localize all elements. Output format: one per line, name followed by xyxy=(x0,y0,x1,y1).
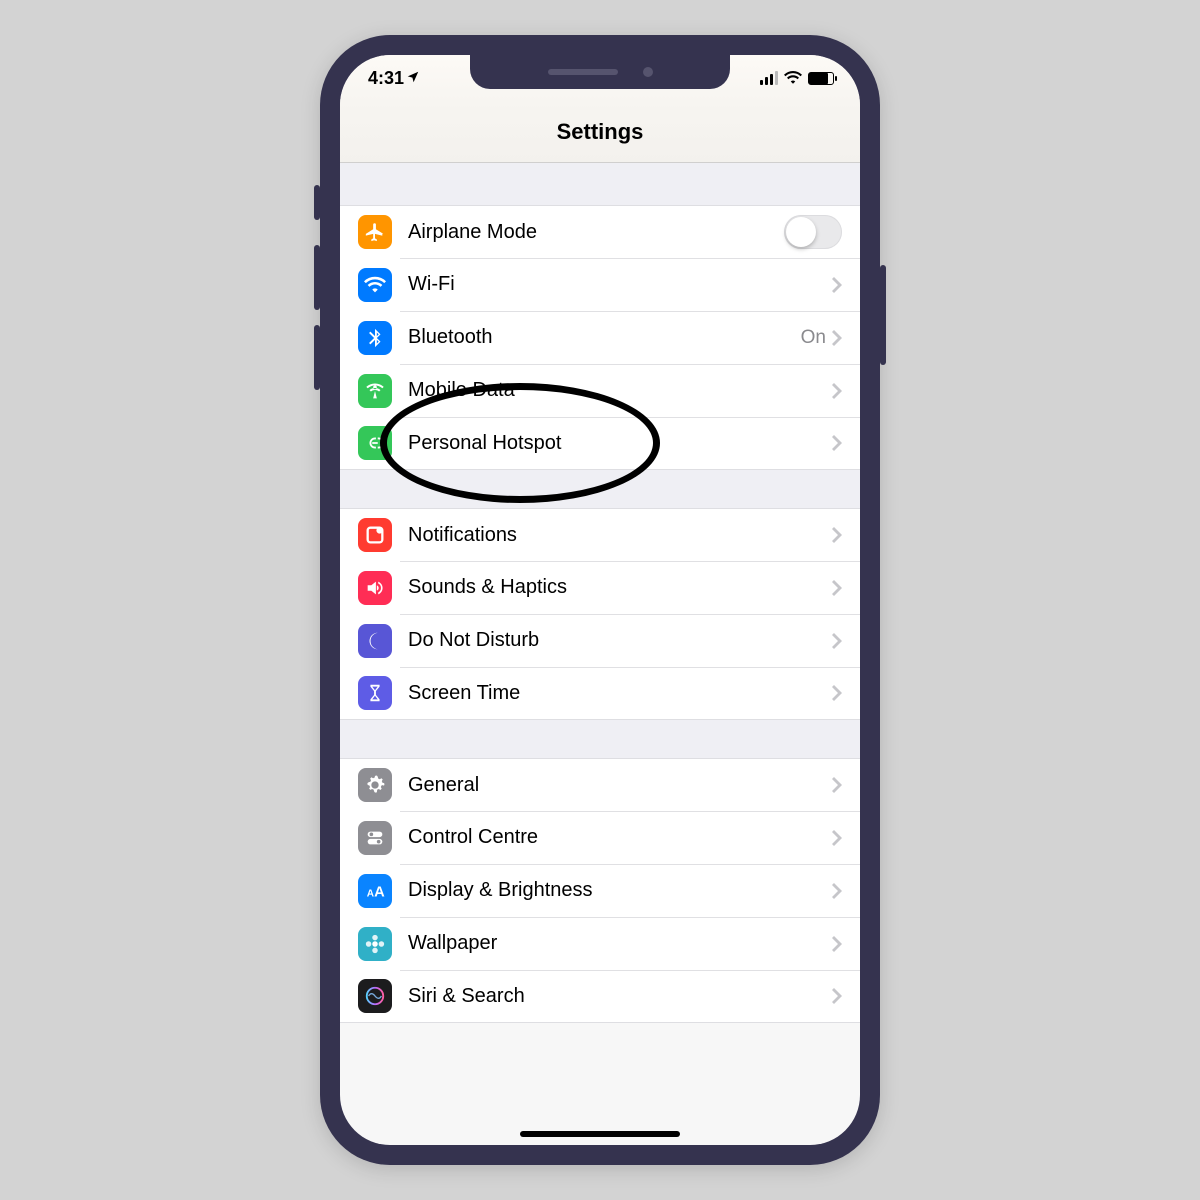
hotspot-icon xyxy=(358,426,392,460)
volume-down-button[interactable] xyxy=(314,325,320,390)
section-gap xyxy=(340,720,860,758)
textsize-icon: AA xyxy=(358,874,392,908)
notch xyxy=(470,55,730,89)
front-camera xyxy=(643,67,653,77)
row-label: Notifications xyxy=(408,524,832,547)
home-indicator[interactable] xyxy=(520,1131,680,1137)
notifications-icon xyxy=(358,518,392,552)
row-wallpaper[interactable]: Wallpaper xyxy=(340,917,860,970)
chevron-right-icon xyxy=(832,383,842,399)
chevron-right-icon xyxy=(832,633,842,649)
row-notifications[interactable]: Notifications xyxy=(340,508,860,561)
mute-switch[interactable] xyxy=(314,185,320,220)
row-label: Mobile Data xyxy=(408,379,832,402)
speaker-icon xyxy=(358,571,392,605)
section-gap xyxy=(340,163,860,205)
power-button[interactable] xyxy=(880,265,886,365)
row-wifi[interactable]: Wi-Fi xyxy=(340,258,860,311)
row-label: Wi-Fi xyxy=(408,273,832,296)
row-label: Sounds & Haptics xyxy=(408,576,832,599)
row-do-not-disturb[interactable]: Do Not Disturb xyxy=(340,614,860,667)
row-label: Bluetooth xyxy=(408,326,801,349)
siri-icon xyxy=(358,979,392,1013)
moon-icon xyxy=(358,624,392,658)
svg-text:A: A xyxy=(374,884,385,900)
row-screen-time[interactable]: Screen Time xyxy=(340,667,860,720)
speaker-grille xyxy=(548,69,618,75)
airplane-mode-toggle[interactable] xyxy=(784,215,842,249)
chevron-right-icon xyxy=(832,883,842,899)
status-time: 4:31 xyxy=(368,68,404,89)
wifi-status-icon xyxy=(784,68,802,89)
switches-icon xyxy=(358,821,392,855)
chevron-right-icon xyxy=(832,277,842,293)
row-display-brightness[interactable]: AA Display & Brightness xyxy=(340,864,860,917)
row-label: Siri & Search xyxy=(408,985,832,1008)
row-label: Control Centre xyxy=(408,826,832,849)
row-label: Airplane Mode xyxy=(408,221,784,244)
settings-list[interactable]: Airplane Mode Wi-Fi Bluetooth On xyxy=(340,163,860,1023)
antenna-icon xyxy=(358,374,392,408)
phone-frame: 4:31 Settings A xyxy=(320,35,880,1165)
row-airplane-mode[interactable]: Airplane Mode xyxy=(340,205,860,258)
chevron-right-icon xyxy=(832,777,842,793)
row-mobile-data[interactable]: Mobile Data xyxy=(340,364,860,417)
page-title: Settings xyxy=(557,119,644,145)
row-label: Do Not Disturb xyxy=(408,629,832,652)
wifi-icon xyxy=(358,268,392,302)
flower-icon xyxy=(358,927,392,961)
row-label: General xyxy=(408,774,832,797)
row-label: Personal Hotspot xyxy=(408,432,832,455)
chevron-right-icon xyxy=(832,685,842,701)
row-label: Display & Brightness xyxy=(408,879,832,902)
row-label: Screen Time xyxy=(408,682,832,705)
chevron-right-icon xyxy=(832,988,842,1004)
bluetooth-icon xyxy=(358,321,392,355)
row-label: Wallpaper xyxy=(408,932,832,955)
chevron-right-icon xyxy=(832,527,842,543)
row-personal-hotspot[interactable]: Personal Hotspot xyxy=(340,417,860,470)
screen: 4:31 Settings A xyxy=(340,55,860,1145)
location-icon xyxy=(406,68,420,89)
row-bluetooth[interactable]: Bluetooth On xyxy=(340,311,860,364)
row-siri-search[interactable]: Siri & Search xyxy=(340,970,860,1023)
airplane-icon xyxy=(358,215,392,249)
nav-bar: Settings xyxy=(340,101,860,163)
battery-icon xyxy=(808,72,834,85)
row-control-centre[interactable]: Control Centre xyxy=(340,811,860,864)
chevron-right-icon xyxy=(832,830,842,846)
volume-up-button[interactable] xyxy=(314,245,320,310)
row-sounds-haptics[interactable]: Sounds & Haptics xyxy=(340,561,860,614)
gear-icon xyxy=(358,768,392,802)
hourglass-icon xyxy=(358,676,392,710)
section-gap xyxy=(340,470,860,508)
cellular-signal-icon xyxy=(760,71,778,85)
chevron-right-icon xyxy=(832,330,842,346)
chevron-right-icon xyxy=(832,936,842,952)
row-detail: On xyxy=(801,327,826,349)
chevron-right-icon xyxy=(832,435,842,451)
chevron-right-icon xyxy=(832,580,842,596)
row-general[interactable]: General xyxy=(340,758,860,811)
